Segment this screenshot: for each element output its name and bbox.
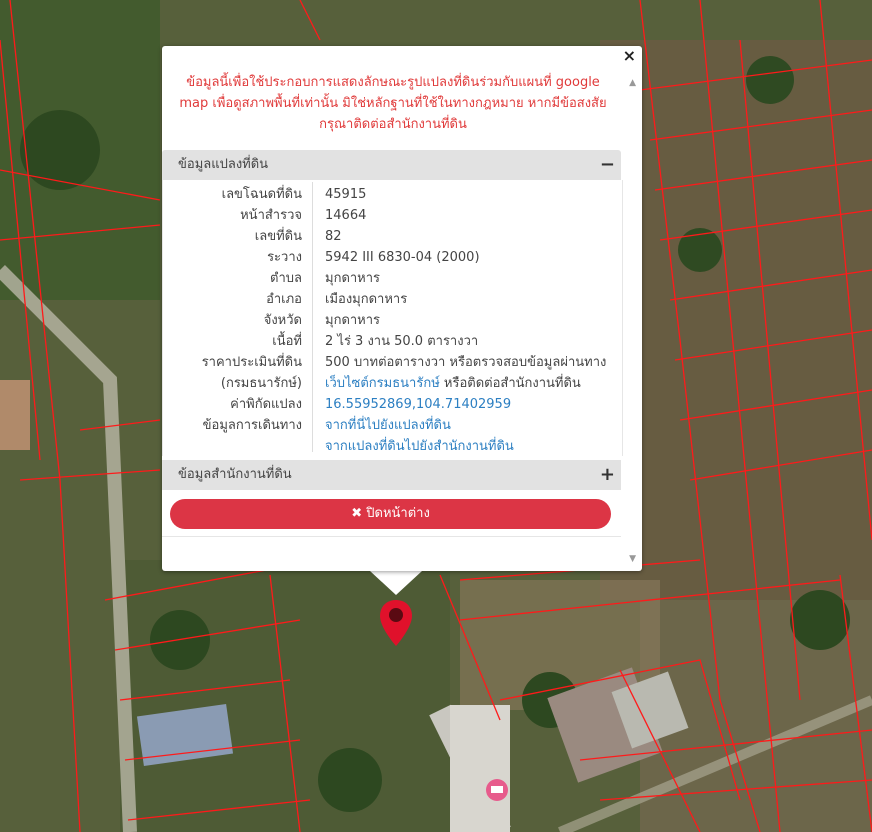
parcel-info-header[interactable]: ข้อมูลแปลงที่ดิน − — [162, 150, 621, 180]
detail-row-district: อำเภอ เมืองมุกดาหาร — [266, 292, 408, 307]
close-window-button[interactable]: ✖ ปิดหน้าต่าง — [170, 499, 611, 529]
close-window-label: ปิดหน้าต่าง — [366, 506, 430, 521]
close-icon[interactable]: × — [623, 47, 636, 65]
land-office-header[interactable]: ข้อมูลสำนักงานที่ดิน + — [162, 460, 621, 490]
detail-row-coordinates: ค่าพิกัดแปลง 16.55952869,104.71402959 — [230, 397, 512, 412]
detail-row-area: เนื้อที่ 2 ไร่ 3 งาน 50.0 ตารางวา — [272, 334, 479, 349]
treasury-website-link[interactable]: เว็บไซต์กรมธนารักษ์ — [325, 376, 440, 391]
land-office-section: ข้อมูลสำนักงานที่ดิน + — [162, 460, 621, 490]
parcel-details: เลขโฉนดที่ดิน 45915 หน้าสำรวจ 14664 เลขที่… — [162, 180, 623, 456]
land-office-title: ข้อมูลสำนักงานที่ดิน — [178, 467, 292, 482]
popup-divider — [162, 536, 621, 537]
parcel-info-section: ข้อมูลแปลงที่ดิน − เลขโฉนดที่ดิน 45915 หน… — [162, 150, 623, 456]
detail-row-province: จังหวัด มุกดาหาร — [263, 313, 381, 328]
popup-tail — [370, 571, 422, 595]
detail-row-deed: เลขโฉนดที่ดิน 45915 — [221, 187, 367, 202]
coordinates-link[interactable]: 16.55952869,104.71402959 — [325, 397, 511, 412]
detail-row-land-no: เลขที่ดิน 82 — [254, 229, 342, 244]
directions-to-office-link[interactable]: จากแปลงที่ดินไปยังสำนักงานที่ดิน — [325, 439, 514, 454]
collapse-icon[interactable]: − — [600, 150, 615, 180]
scroll-up-icon[interactable]: ▲ — [629, 78, 636, 88]
parcel-info-title: ข้อมูลแปลงที่ดิน — [178, 157, 269, 172]
scroll-down-icon[interactable]: ▼ — [629, 554, 636, 564]
close-icon: ✖ — [351, 506, 363, 521]
detail-row-price: ราคาประเมินที่ดิน 500 บาทต่อตารางวา หรือต… — [201, 355, 607, 370]
detail-row-treasury: (กรมธนารักษ์) เว็บไซต์กรมธนารักษ์ หรือติด… — [220, 376, 581, 391]
detail-row-travel: ข้อมูลการเดินทาง จากที่นี่ไปยังแปลงที่ดิน — [202, 418, 451, 433]
detail-row-travel-office: จากแปลงที่ดินไปยังสำนักงานที่ดิน — [163, 436, 622, 457]
expand-icon[interactable]: + — [600, 460, 615, 490]
detail-row-survey: หน้าสำรวจ 14664 — [240, 208, 367, 223]
disclaimer-text: ข้อมูลนี้เพื่อใช้ประกอบการแสดงลักษณะรูปแ… — [179, 75, 607, 132]
location-pin-icon[interactable] — [378, 598, 414, 648]
directions-to-parcel-link[interactable]: จากที่นี่ไปยังแปลงที่ดิน — [325, 418, 451, 433]
detail-row-sheet: ระวาง 5942 III 6830-04 (2000) — [267, 250, 480, 265]
parcel-info-popup: × ข้อมูลนี้เพื่อใช้ประกอบการแสดงลักษณะรู… — [162, 46, 642, 571]
detail-row-subdistrict: ตำบล มุกดาหาร — [270, 271, 381, 286]
